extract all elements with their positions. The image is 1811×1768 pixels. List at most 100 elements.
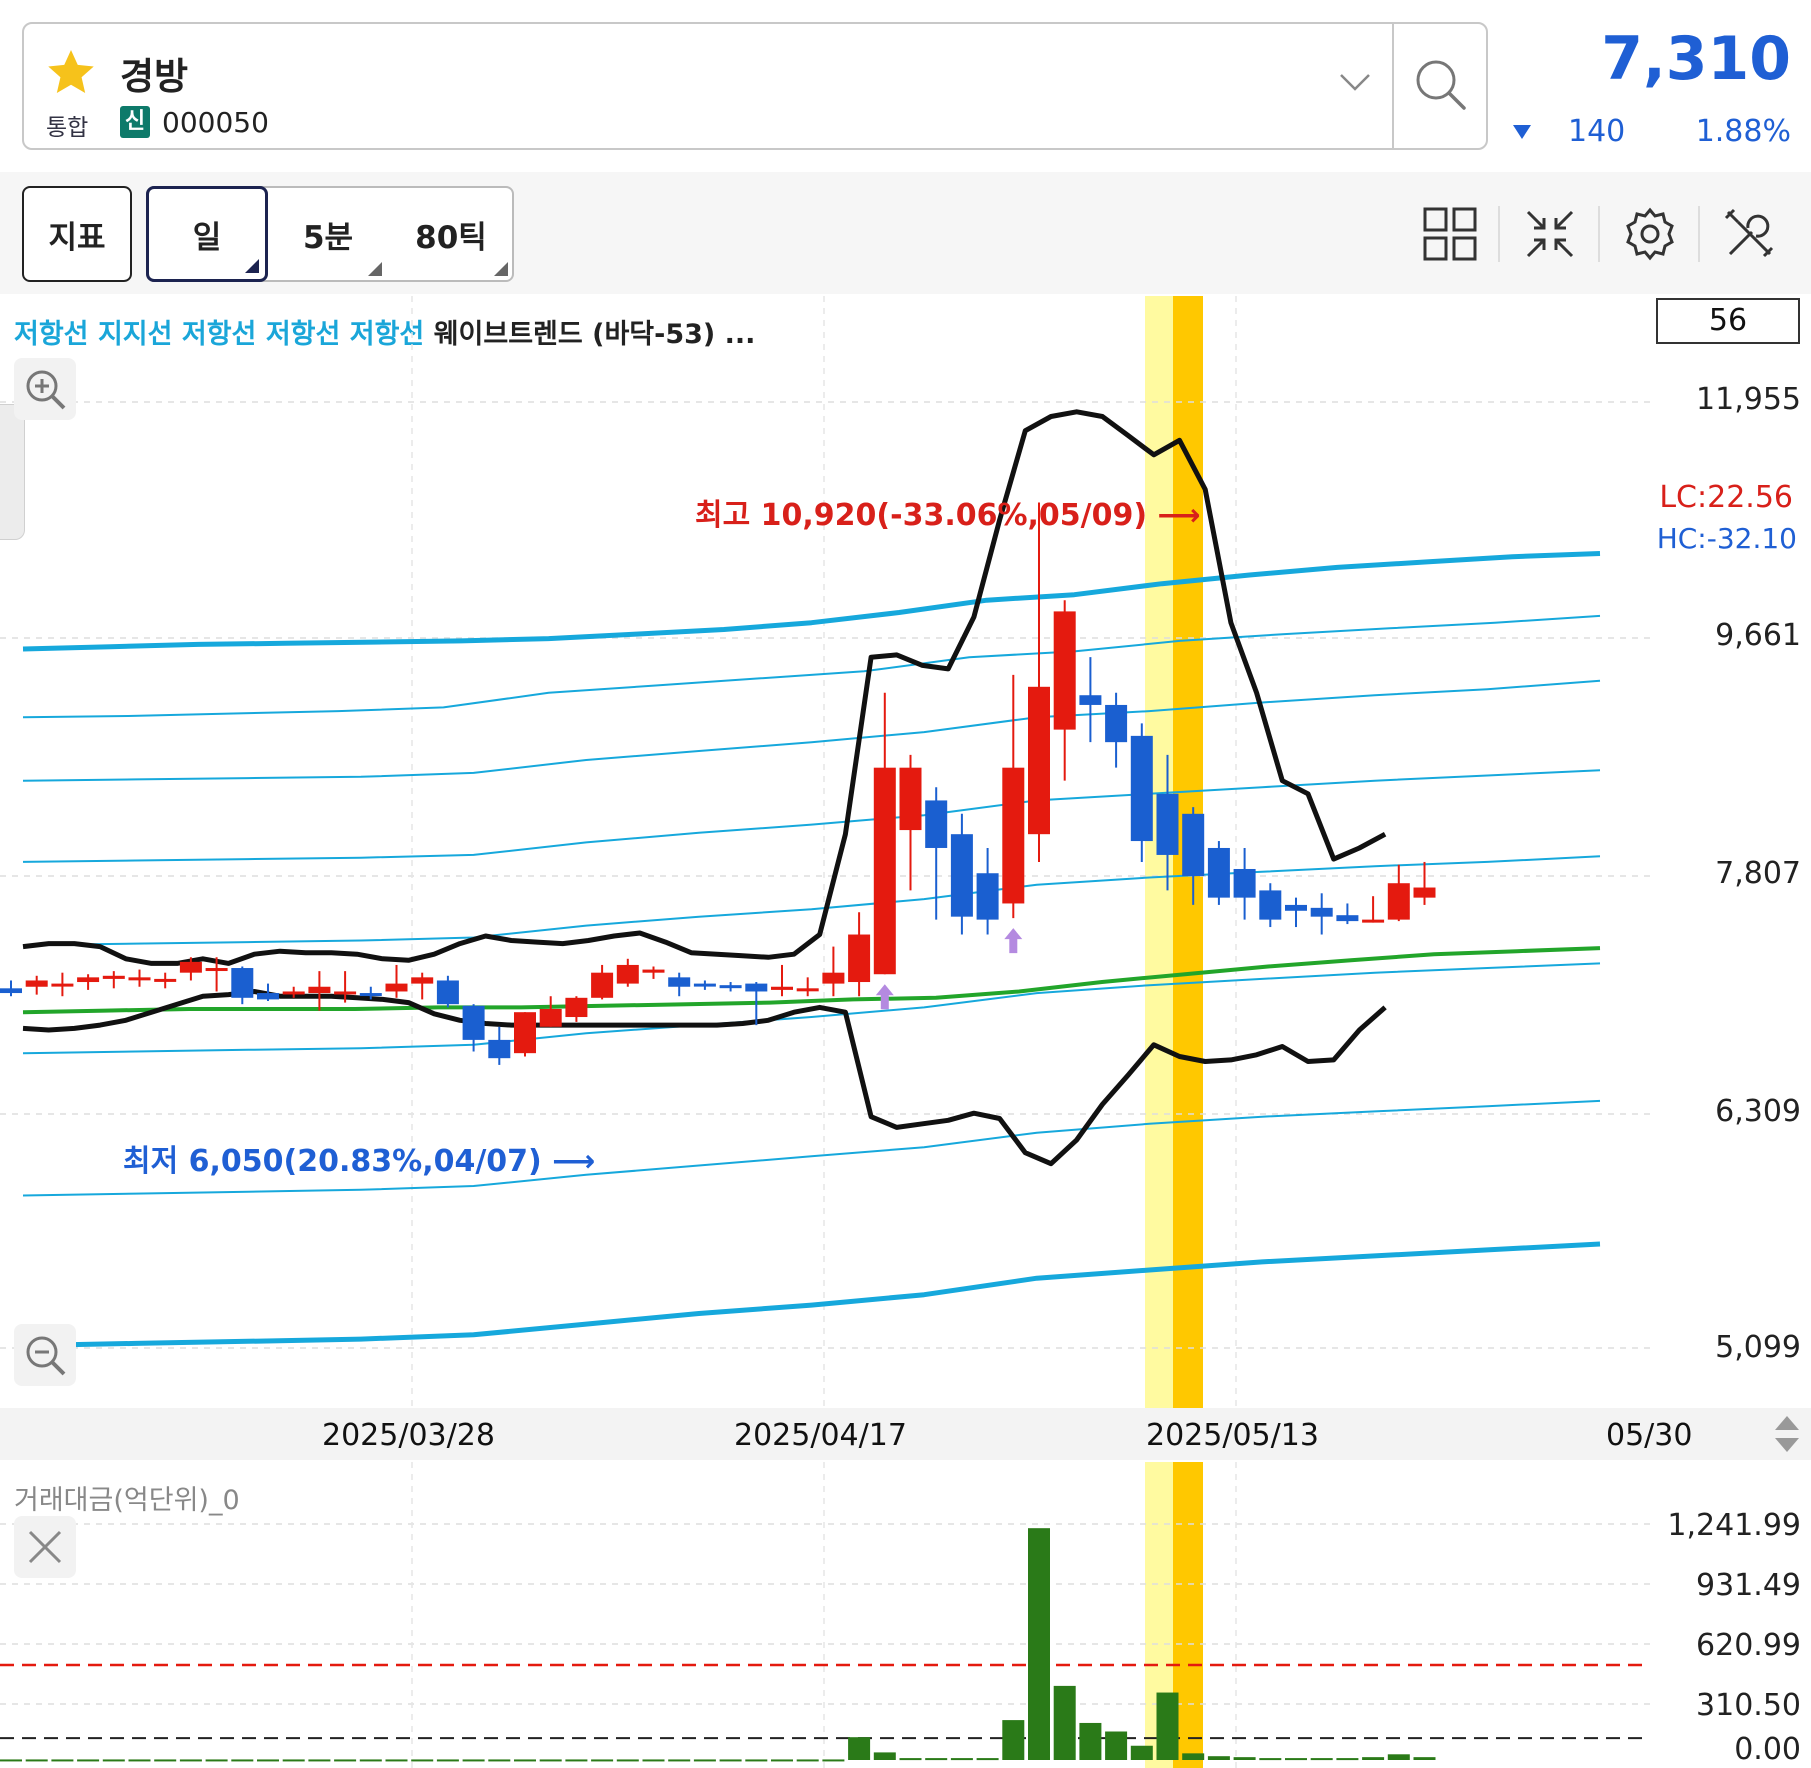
volume-bar xyxy=(1130,1745,1153,1760)
candle-body xyxy=(719,985,742,989)
period-5min-button[interactable]: 5분 xyxy=(268,186,388,282)
price-chart[interactable] xyxy=(0,296,1650,1408)
low-annotation: 최저 6,050(20.83%,04/07) ⟶ xyxy=(123,1136,595,1180)
candle-body xyxy=(25,980,48,987)
low-annotation-text: 최저 6,050(20.83%,04/07) xyxy=(123,1144,542,1179)
market-label: 통합 xyxy=(46,115,89,141)
volume-bar xyxy=(1259,1758,1282,1761)
candle-body xyxy=(77,977,100,983)
volume-bar xyxy=(1079,1722,1102,1760)
zoom-in-button[interactable] xyxy=(14,358,76,420)
close-icon xyxy=(28,1530,62,1564)
candle-body xyxy=(1285,904,1307,911)
volume-bar xyxy=(154,1759,177,1762)
high-annotation: 최고 10,920(-33.06%,05/09) ⟶ xyxy=(695,490,1201,534)
candle-body xyxy=(411,977,434,984)
volume-bar xyxy=(1053,1685,1076,1760)
period-day-button[interactable]: 일 xyxy=(146,186,268,282)
candle-body xyxy=(822,972,845,984)
volume-bar xyxy=(179,1759,202,1762)
volume-bar xyxy=(1362,1757,1385,1760)
candle-body xyxy=(308,986,331,994)
candle-body xyxy=(539,1008,562,1027)
period-day-label: 일 xyxy=(192,219,222,256)
stock-code: 000050 xyxy=(162,106,269,139)
favorite-star-icon[interactable] xyxy=(42,46,100,100)
candle-body xyxy=(51,983,74,987)
volume-bar xyxy=(1387,1754,1410,1760)
volume-bar xyxy=(231,1759,254,1762)
volume-bar xyxy=(719,1759,742,1762)
candle-body xyxy=(873,767,896,975)
resistance-line xyxy=(22,614,1601,719)
candle-body xyxy=(976,873,999,920)
x-tick-label: 2025/04/17 xyxy=(734,1418,907,1453)
candle-body xyxy=(385,983,408,992)
volume-bar xyxy=(616,1759,639,1762)
candle-body xyxy=(1105,704,1128,743)
arrow-right-icon: ⟶ xyxy=(552,1144,596,1179)
volume-bar xyxy=(668,1759,691,1762)
candle-body xyxy=(282,991,305,995)
volume-bar xyxy=(128,1759,151,1762)
close-volume-panel-button[interactable] xyxy=(14,1516,76,1578)
x-tick-label: 2025/05/13 xyxy=(1146,1418,1319,1453)
volume-bar xyxy=(334,1759,357,1762)
candle-body xyxy=(771,986,793,990)
buy-signal-arrow-icon xyxy=(1004,928,1023,954)
candle-body xyxy=(1002,767,1025,904)
tools-icon[interactable] xyxy=(1722,206,1778,262)
volume-bar xyxy=(822,1759,845,1762)
volume-bar xyxy=(1207,1756,1230,1760)
candle-body xyxy=(1053,611,1076,730)
candle-body xyxy=(925,800,948,848)
volume-bar xyxy=(0,1759,22,1762)
volume-bar xyxy=(411,1759,434,1762)
volume-bar xyxy=(1285,1758,1307,1761)
volume-bar xyxy=(102,1759,125,1762)
axis-scroll-arrows-icon[interactable] xyxy=(1770,1412,1804,1456)
volume-bar xyxy=(1002,1720,1025,1760)
search-icon[interactable] xyxy=(1412,56,1470,114)
gear-icon[interactable] xyxy=(1622,206,1678,262)
volume-bar xyxy=(1156,1692,1179,1760)
candle-body xyxy=(359,993,382,997)
volume-bar xyxy=(565,1759,588,1762)
candle-body xyxy=(231,968,254,998)
candle-count-badge[interactable]: 56 xyxy=(1656,298,1800,344)
candle-body xyxy=(1362,919,1385,923)
candle-body xyxy=(668,977,691,987)
volume-bar xyxy=(693,1759,716,1762)
candle-body xyxy=(642,969,665,973)
candle-body xyxy=(1336,915,1359,922)
high-annotation-text: 최고 10,920(-33.06%,05/09) xyxy=(695,498,1148,533)
indicator-button[interactable]: 지표 xyxy=(22,186,132,282)
candle-body xyxy=(1182,813,1205,877)
volume-y-tick: 310.50 xyxy=(1696,1688,1801,1723)
volume-y-tick: 620.99 xyxy=(1696,1628,1801,1663)
y-tick-label: 6,309 xyxy=(1715,1094,1801,1129)
stock-name: 경방 xyxy=(120,55,189,98)
volume-bar xyxy=(796,1759,819,1762)
volume-bar xyxy=(462,1759,485,1762)
candle-body xyxy=(1413,887,1436,898)
arrow-right-icon: ⟶ xyxy=(1157,498,1201,533)
collapse-icon[interactable] xyxy=(1522,206,1578,262)
candle-body xyxy=(1259,890,1282,920)
layout-grid-icon[interactable] xyxy=(1422,206,1478,262)
period-5min-label: 5분 xyxy=(302,219,354,256)
volume-bar xyxy=(899,1758,922,1761)
candle-body xyxy=(0,988,22,994)
search-divider xyxy=(1392,22,1394,150)
resistance-line xyxy=(22,855,1601,947)
volume-bar xyxy=(257,1759,279,1762)
current-price: 7,310 xyxy=(1601,24,1791,94)
period-80tick-button[interactable]: 80틱 xyxy=(388,186,514,282)
zoom-out-button[interactable] xyxy=(14,1324,76,1386)
chevron-down-icon[interactable] xyxy=(1338,70,1372,94)
volume-bar xyxy=(1336,1758,1359,1761)
volume-bar xyxy=(488,1759,511,1762)
volume-chart[interactable] xyxy=(0,1462,1650,1768)
candle-body xyxy=(1387,883,1410,920)
volume-bar xyxy=(771,1759,793,1762)
